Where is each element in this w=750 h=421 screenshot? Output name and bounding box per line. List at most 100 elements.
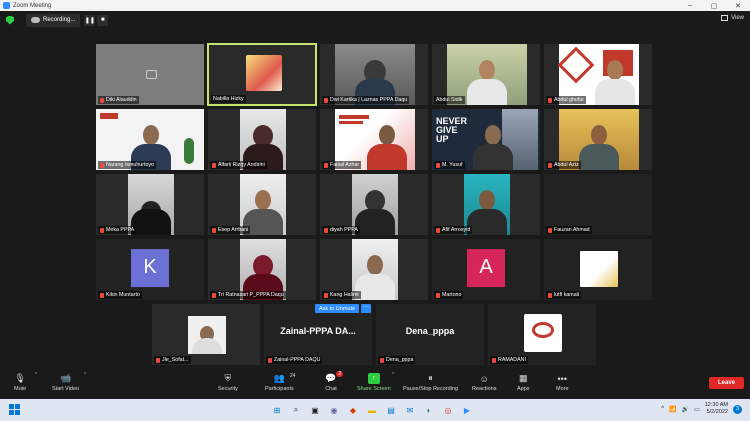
leave-button[interactable]: Leave	[708, 377, 744, 389]
chat-button[interactable]: 💬 2 Chat	[325, 371, 343, 392]
teams-chat-icon[interactable]: ◉	[327, 403, 341, 417]
office-icon[interactable]: ◆	[346, 403, 360, 417]
participant-tile[interactable]: K Kikin Muntarto	[95, 238, 205, 301]
participant-tile[interactable]: Abdul Sidik	[431, 43, 541, 106]
participant-tile[interactable]: Dwi Kartika | Laznas PPPA Daqu	[319, 43, 429, 106]
muted-mic-icon	[324, 97, 328, 103]
tile-more-options-button[interactable]: ···	[361, 304, 371, 313]
view-label: View	[731, 15, 744, 21]
apps-label: Apps	[517, 386, 530, 392]
muted-mic-icon	[548, 227, 552, 233]
share-screen-button[interactable]: ↑ Share Screen	[357, 373, 391, 392]
participants-button[interactable]: 👥 24 Participants	[265, 373, 295, 392]
muted-mic-icon	[492, 357, 496, 363]
system-tray: ^ 📶 🔊 ▭ 12:30 AM 5/2/2022 3	[661, 402, 742, 416]
reactions-button[interactable]: ☺ Reactions	[472, 373, 497, 393]
participant-name: Zainal-PPPA DAQU	[274, 357, 321, 363]
participant-tile[interactable]: lutfi kamali	[543, 238, 653, 301]
task-view-icon[interactable]: ▣	[308, 403, 322, 417]
participant-tile[interactable]: Dena_pppa Dena_pppa	[375, 303, 485, 366]
muted-mic-icon	[100, 227, 104, 233]
participant-tile[interactable]: Afif Arrosyid	[431, 173, 541, 236]
close-window-button[interactable]: ✕	[726, 2, 750, 10]
participant-display-name: Zainal-PPPA DA...	[280, 326, 356, 336]
reactions-label: Reactions	[472, 386, 497, 392]
participant-tile[interactable]: RAMADANI	[487, 303, 597, 366]
participant-tile[interactable]: Esep Arrbani	[207, 173, 317, 236]
chat-label: Chat	[325, 386, 337, 392]
participant-tile[interactable]: Kang Halimi	[319, 238, 429, 301]
maximize-button[interactable]: ▢	[702, 2, 726, 10]
share-options-caret[interactable]: ^	[392, 372, 394, 378]
participant-tile[interactable]: NEVER GIVE UP M. Yusuf	[431, 108, 541, 171]
video-off-icon: 📹	[59, 373, 72, 383]
participant-name: Afif Arrosyid	[442, 227, 471, 233]
ask-to-unmute-button[interactable]: Ask to Unmute	[315, 304, 360, 313]
pause-stop-icon: ⏸	[428, 373, 433, 383]
apps-button[interactable]: ▦ Apps	[517, 373, 530, 392]
windows-start-icon[interactable]	[9, 404, 20, 415]
tray-overflow-icon[interactable]: ^	[661, 406, 664, 412]
participant-name: Jle_Sofat...	[162, 357, 189, 363]
pause-recording-button[interactable]: ❚❚	[84, 14, 96, 26]
participant-name: Fauzan Ahmad	[554, 227, 590, 233]
participant-name: Alfarii Rizqy Andirini	[218, 162, 265, 168]
muted-mic-icon	[156, 357, 160, 363]
muted-mic-icon	[324, 292, 328, 298]
muted-mic-icon	[380, 357, 384, 363]
volume-icon[interactable]: 🔊	[682, 406, 689, 413]
start-video-button[interactable]: 📹 Start Video	[52, 373, 79, 392]
participant-name: Narang Ismuhurtoyo	[106, 162, 154, 168]
video-options-caret[interactable]: ^	[84, 372, 86, 378]
participants-label: Participants	[265, 386, 294, 392]
participant-avatar-letter: K	[131, 248, 169, 287]
more-dots-icon: •••	[557, 373, 567, 384]
zoom-taskbar-icon[interactable]: ▶	[460, 403, 474, 417]
participant-tile[interactable]: Narang Ismuhurtoyo	[95, 108, 205, 171]
participant-tile[interactable]: Abdul ghofur	[543, 43, 653, 106]
participant-tile-active-speaker[interactable]: Nabilla Hizky	[207, 43, 317, 106]
search-icon[interactable]: ⌕	[289, 403, 303, 417]
file-explorer-icon[interactable]: ▬	[365, 403, 379, 417]
audio-options-caret[interactable]: ^	[35, 372, 37, 378]
participant-name: Abdul Sidik	[436, 97, 463, 103]
chrome-icon[interactable]: ◎	[441, 403, 455, 417]
taskbar-apps: ⊞ ⌕ ▣ ◉ ◆ ▬ ▤ ✉ ◐ ◎ ▶	[270, 403, 474, 417]
participant-name: Tri Ratnasari P_PPPA Daqu	[218, 292, 284, 298]
share-screen-label: Share Screen	[357, 386, 391, 392]
more-button[interactable]: ••• More	[556, 373, 569, 393]
participant-name: Nabilla Hizky	[213, 96, 244, 102]
wifi-icon[interactable]: 📶	[669, 406, 676, 413]
start-menu-icon[interactable]: ⊞	[270, 403, 284, 417]
clock-date: 5/2/2022	[706, 409, 728, 415]
participant-name: Martono	[442, 292, 462, 298]
participant-tile[interactable]: Fauzan Ahmad	[543, 173, 653, 236]
participant-tile[interactable]: A Martono	[431, 238, 541, 301]
participant-tile[interactable]: Faisal Azhar	[319, 108, 429, 171]
store-icon[interactable]: ▤	[384, 403, 398, 417]
security-button[interactable]: ⛨ Security	[218, 373, 238, 392]
window-title: Zoom Meeting	[13, 2, 52, 9]
muted-mic-icon	[324, 227, 328, 233]
battery-icon[interactable]: ▭	[694, 406, 700, 413]
mute-button[interactable]: 🎙 Mute	[14, 373, 26, 392]
muted-mic-icon	[212, 292, 216, 298]
notification-badge[interactable]: 3	[733, 404, 742, 414]
participant-tile[interactable]: Meka PPPA	[95, 173, 205, 236]
participant-name: lutfi kamali	[554, 292, 580, 298]
view-button[interactable]: View	[721, 15, 744, 21]
stop-recording-button[interactable]: ■	[97, 14, 109, 26]
edge-icon[interactable]: ◐	[422, 403, 436, 417]
participant-tile[interactable]: Tri Ratnasari P_PPPA Daqu	[207, 238, 317, 301]
minimize-button[interactable]: –	[678, 2, 702, 9]
participant-tile[interactable]: Jle_Sofat...	[151, 303, 261, 366]
taskbar-clock[interactable]: 12:30 AM 5/2/2022	[705, 402, 728, 416]
participant-tile[interactable]: Abdul Aziz	[543, 108, 653, 171]
participant-avatar-letter: A	[467, 248, 505, 287]
encryption-shield-icon[interactable]	[6, 15, 14, 25]
participant-tile[interactable]: Diki Alauddin	[95, 43, 205, 106]
participant-tile[interactable]: diyah PPPA	[319, 173, 429, 236]
mail-icon[interactable]: ✉	[403, 403, 417, 417]
participant-tile[interactable]: Alfarii Rizqy Andirini	[207, 108, 317, 171]
pause-stop-recording-button[interactable]: ⏸ Pause/Stop Recording	[403, 373, 458, 392]
